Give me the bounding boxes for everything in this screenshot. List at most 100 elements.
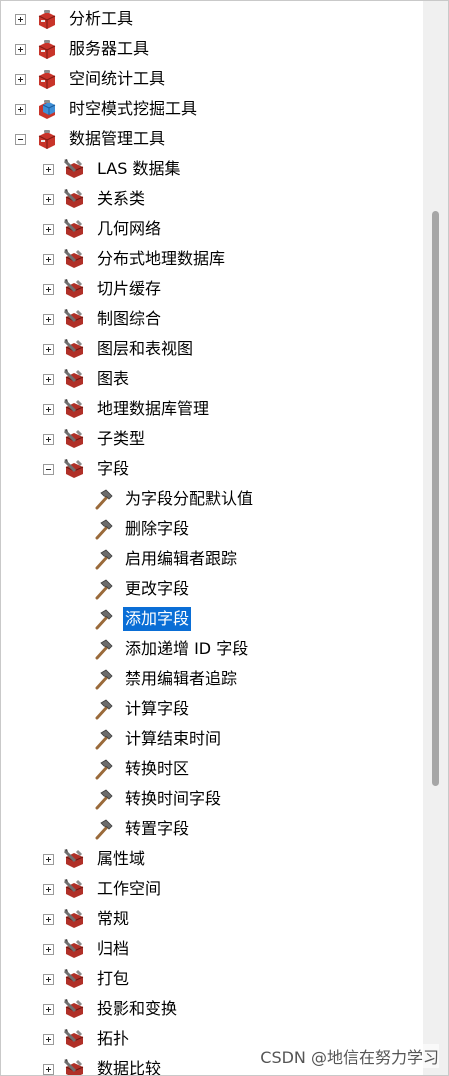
tool-item[interactable]: 转换时间字段 [1, 784, 423, 814]
expand-icon[interactable] [43, 254, 54, 265]
tool-item[interactable]: 启用编辑者跟踪 [1, 544, 423, 574]
tree-item-label[interactable]: 添加字段 [123, 607, 192, 631]
tree-item-label[interactable]: 图层和表视图 [95, 337, 195, 361]
tree-item-label[interactable]: 属性域 [95, 847, 147, 871]
tree-item-label[interactable]: 为字段分配默认值 [123, 487, 255, 511]
tool-item[interactable]: 计算字段 [1, 694, 423, 724]
toolset-item[interactable]: 关系类 [1, 184, 423, 214]
tree-item-label[interactable]: 子类型 [95, 427, 147, 451]
expand-icon[interactable] [43, 314, 54, 325]
tree-item-label[interactable]: 空间统计工具 [67, 67, 167, 91]
tree-item-label[interactable]: 几何网络 [95, 217, 163, 241]
toolset-item[interactable]: 投影和变换 [1, 994, 423, 1024]
expand-icon[interactable] [43, 1064, 54, 1075]
tool-item[interactable]: 更改字段 [1, 574, 423, 604]
toolset-item[interactable]: 字段 [1, 454, 423, 484]
toolset-item[interactable]: 分布式地理数据库 [1, 244, 423, 274]
tree-item-label[interactable]: 分布式地理数据库 [95, 247, 227, 271]
tree-item-label[interactable]: 拓扑 [95, 1027, 131, 1051]
toolbox-item[interactable]: 分析工具 [1, 4, 423, 34]
toolbox-cube-icon [35, 98, 59, 120]
tree-item-label[interactable]: 关系类 [95, 187, 147, 211]
tool-item[interactable]: 禁用编辑者追踪 [1, 664, 423, 694]
tool-item[interactable]: 为字段分配默认值 [1, 484, 423, 514]
toolset-item[interactable]: 属性域 [1, 844, 423, 874]
tree-item-label[interactable]: 更改字段 [123, 577, 191, 601]
tree-item-label[interactable]: 添加递增 ID 字段 [123, 637, 250, 661]
tree-item-label[interactable]: 投影和变换 [95, 997, 179, 1021]
tree-item-label[interactable]: 禁用编辑者追踪 [123, 667, 239, 691]
tree-item-label[interactable]: 图表 [95, 367, 131, 391]
expand-icon[interactable] [43, 404, 54, 415]
expand-icon[interactable] [43, 974, 54, 985]
collapse-icon[interactable] [43, 464, 54, 475]
toolset-item[interactable]: 打包 [1, 964, 423, 994]
toolbox-red-icon [35, 128, 59, 150]
toolbox-item[interactable]: 空间统计工具 [1, 64, 423, 94]
expand-icon[interactable] [43, 1004, 54, 1015]
tree-item-label[interactable]: 打包 [95, 967, 131, 991]
expand-icon[interactable] [43, 854, 54, 865]
tree-item-label[interactable]: 归档 [95, 937, 131, 961]
tool-item[interactable]: 转换时区 [1, 754, 423, 784]
toolset-icon [63, 908, 87, 930]
toolset-item[interactable]: 工作空间 [1, 874, 423, 904]
expand-icon[interactable] [43, 194, 54, 205]
expand-icon[interactable] [15, 74, 26, 85]
tool-item[interactable]: 删除字段 [1, 514, 423, 544]
tree-item-label[interactable]: 服务器工具 [67, 37, 151, 61]
toolbox-item[interactable]: 时空模式挖掘工具 [1, 94, 423, 124]
toolset-item[interactable]: 制图综合 [1, 304, 423, 334]
collapse-icon[interactable] [15, 134, 26, 145]
toolbox-item[interactable]: 服务器工具 [1, 34, 423, 64]
expand-icon[interactable] [15, 44, 26, 55]
tree-item-label[interactable]: 数据比较 [95, 1057, 163, 1075]
toolset-icon [63, 188, 87, 210]
expand-icon[interactable] [43, 164, 54, 175]
tool-item[interactable]: 计算结束时间 [1, 724, 423, 754]
tree-item-label[interactable]: 删除字段 [123, 517, 191, 541]
vertical-scrollbar[interactable] [423, 1, 448, 1075]
tree-item-label[interactable]: 转置字段 [123, 817, 191, 841]
expand-icon[interactable] [43, 224, 54, 235]
tree-item-label[interactable]: 转换时间字段 [123, 787, 223, 811]
toolset-item[interactable]: LAS 数据集 [1, 154, 423, 184]
tree-item-label[interactable]: 启用编辑者跟踪 [123, 547, 239, 571]
toolbox-item[interactable]: 数据管理工具 [1, 124, 423, 154]
tree-item-label[interactable]: 计算结束时间 [123, 727, 223, 751]
toolset-item[interactable]: 图层和表视图 [1, 334, 423, 364]
tree-item-label[interactable]: 切片缓存 [95, 277, 163, 301]
tree-item-label[interactable]: 计算字段 [123, 697, 191, 721]
tree-item-label[interactable]: 工作空间 [95, 877, 163, 901]
toolset-item[interactable]: 归档 [1, 934, 423, 964]
toolset-item[interactable]: 地理数据库管理 [1, 394, 423, 424]
expand-icon[interactable] [43, 914, 54, 925]
tool-item[interactable]: 转置字段 [1, 814, 423, 844]
scrollbar-thumb[interactable] [432, 211, 439, 786]
toolset-item[interactable]: 常规 [1, 904, 423, 934]
tool-item[interactable]: 添加递增 ID 字段 [1, 634, 423, 664]
tree-item-label[interactable]: 分析工具 [67, 7, 135, 31]
expand-icon[interactable] [43, 284, 54, 295]
expand-icon[interactable] [43, 884, 54, 895]
tree-item-label[interactable]: 时空模式挖掘工具 [67, 97, 199, 121]
expand-icon[interactable] [43, 1034, 54, 1045]
tool-item[interactable]: 添加字段 [1, 604, 423, 634]
tree-item-label[interactable]: 地理数据库管理 [95, 397, 211, 421]
expand-icon[interactable] [43, 374, 54, 385]
tree-item-label[interactable]: 制图综合 [95, 307, 163, 331]
toolset-item[interactable]: 几何网络 [1, 214, 423, 244]
expand-icon[interactable] [15, 104, 26, 115]
toolset-item[interactable]: 子类型 [1, 424, 423, 454]
tree-item-label[interactable]: 转换时区 [123, 757, 191, 781]
expand-icon[interactable] [43, 434, 54, 445]
toolset-item[interactable]: 图表 [1, 364, 423, 394]
expand-icon[interactable] [43, 344, 54, 355]
expand-icon[interactable] [43, 944, 54, 955]
tree-item-label[interactable]: 字段 [95, 457, 131, 481]
expand-icon[interactable] [15, 14, 26, 25]
toolset-item[interactable]: 切片缓存 [1, 274, 423, 304]
tree-item-label[interactable]: LAS 数据集 [95, 157, 182, 181]
tree-item-label[interactable]: 常规 [95, 907, 131, 931]
tree-item-label[interactable]: 数据管理工具 [67, 127, 167, 151]
